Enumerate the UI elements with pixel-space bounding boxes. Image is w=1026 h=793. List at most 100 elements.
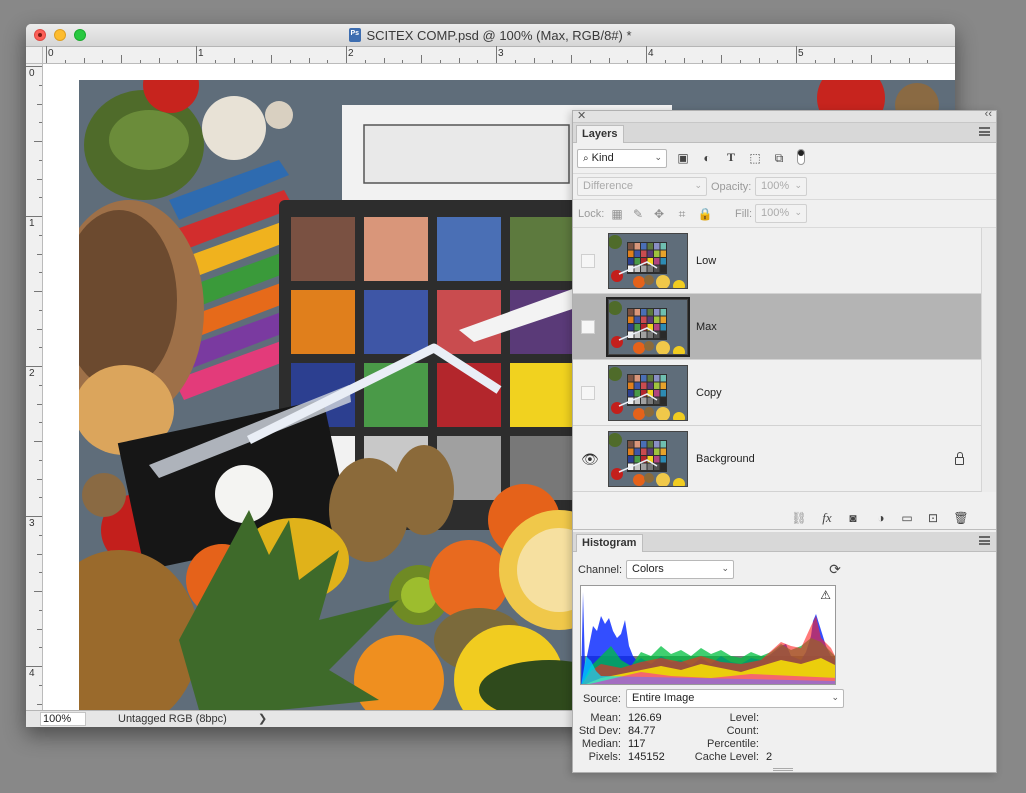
ruler-origin[interactable] — [26, 47, 43, 64]
filter-shape-icon[interactable]: ⬚ — [747, 151, 763, 165]
layer-name[interactable]: Copy — [696, 387, 722, 399]
ruler-tick — [39, 122, 42, 124]
ruler-tick — [777, 60, 779, 63]
layer-thumbnail[interactable] — [608, 233, 688, 289]
stat-count-label: Count: — [726, 725, 759, 737]
histogram-svg — [581, 592, 835, 684]
layer-visibility-toggle[interactable] — [581, 320, 595, 334]
layer-name[interactable]: Low — [696, 255, 716, 267]
window-titlebar[interactable]: SCITEX COMP.psd @ 100% (Max, RGB/8#) * — [26, 24, 955, 47]
layer-mask-icon[interactable]: ◙ — [845, 511, 861, 525]
tab-histogram[interactable]: Histogram — [576, 534, 644, 552]
ruler-tick — [327, 60, 329, 63]
source-label: Source: — [583, 693, 621, 705]
status-menu-arrow-icon[interactable]: ❯ — [258, 712, 267, 725]
layers-scrollbar[interactable] — [981, 228, 996, 492]
ruler-tick — [39, 309, 42, 311]
opacity-field[interactable]: 100% ⌄ — [755, 177, 807, 196]
panel-dock: ✕ ‹‹ Layers ⌕ Kind ⌄ ▣ ◐ T ⬚ ⧉ Differenc… — [572, 108, 997, 773]
lock-label: Lock: — [578, 208, 605, 220]
window-title-wrap: SCITEX COMP.psd @ 100% (Max, RGB/8#) * — [26, 28, 955, 43]
lock-image-icon[interactable]: ✎ — [630, 207, 646, 221]
ruler-tick — [26, 516, 42, 517]
source-select[interactable]: Entire Image ⌄ — [626, 689, 844, 708]
chevron-down-icon: ⌄ — [794, 180, 802, 190]
opacity-value: 100% — [761, 180, 790, 192]
layers-filter-row: ⌕ Kind ⌄ ▣ ◐ T ⬚ ⧉ — [573, 144, 996, 174]
stat-pixels-value: 145152 — [628, 751, 665, 763]
ruler-tick — [533, 58, 535, 63]
ruler-tick — [852, 60, 854, 63]
ruler-tick — [589, 60, 591, 63]
panel-resize-grip[interactable] — [773, 768, 793, 771]
new-layer-icon[interactable]: ⊡ — [925, 511, 941, 525]
ruler-tick — [308, 58, 310, 63]
filter-smart-object-icon[interactable]: ⧉ — [771, 151, 787, 166]
ruler-v-label: 3 — [29, 518, 35, 529]
layer-row-copy[interactable]: Copy — [573, 360, 982, 426]
document-info[interactable]: Untagged RGB (8bpc) — [118, 713, 227, 725]
filter-adjustment-icon[interactable]: ◐ — [699, 151, 715, 165]
delete-layer-icon[interactable]: 🗑 — [953, 511, 969, 525]
stat-cache-level-value: 2 — [766, 751, 773, 763]
layer-thumbnail[interactable] — [608, 431, 688, 487]
adjustment-layer-icon[interactable]: ◑ — [873, 511, 889, 525]
checker-swatch — [364, 217, 428, 281]
vertical-ruler[interactable]: 0 1 2 3 4 — [26, 64, 43, 724]
lock-artboard-icon[interactable]: ⌗ — [674, 207, 690, 222]
blend-mode-value: Difference — [583, 180, 633, 192]
stat-level-label: Level: — [729, 712, 759, 724]
zoom-field[interactable]: 100% — [40, 712, 86, 726]
filter-toggle-icon[interactable] — [797, 149, 805, 165]
dock-collapse-icon[interactable]: ‹‹ — [985, 108, 992, 120]
filter-type-icon[interactable]: T — [723, 150, 739, 165]
lock-transparent-icon[interactable]: ▦ — [609, 207, 625, 221]
ruler-tick — [39, 609, 42, 611]
lock-all-icon[interactable]: 🔒 — [697, 207, 713, 221]
dock-close-icon[interactable]: ✕ — [577, 109, 586, 122]
stat-cache-level-label: Cache Level: — [694, 751, 759, 763]
filter-pixel-icon[interactable]: ▣ — [675, 151, 691, 165]
histogram-panel-menu-icon[interactable] — [979, 536, 990, 545]
link-layers-icon[interactable]: ⛓ — [791, 511, 807, 525]
ruler-tick — [177, 60, 179, 63]
layer-name[interactable]: Background — [696, 453, 755, 465]
layer-visibility-toggle[interactable] — [581, 254, 595, 268]
layer-thumbnail[interactable] — [606, 297, 690, 357]
ruler-tick — [683, 58, 685, 63]
layer-lock-icon[interactable] — [955, 452, 964, 465]
filter-kind-select[interactable]: ⌕ Kind ⌄ — [577, 149, 667, 168]
layer-thumbnail[interactable] — [608, 365, 688, 421]
ruler-tick — [39, 647, 42, 649]
refresh-icon[interactable]: ⟳ — [827, 561, 843, 578]
ruler-tick — [664, 60, 666, 63]
eye-icon[interactable]: 👁 — [581, 452, 599, 466]
warning-icon[interactable]: ⚠ — [820, 588, 831, 602]
fx-icon[interactable]: fx — [819, 510, 835, 526]
layers-panel-menu-icon[interactable] — [979, 127, 990, 136]
channel-select[interactable]: Colors ⌄ — [626, 560, 734, 579]
horizontal-ruler[interactable]: 0 1 2 3 4 5 — [43, 46, 955, 64]
ruler-tick — [402, 60, 404, 63]
dock-header[interactable]: ✕ ‹‹ — [573, 108, 996, 123]
layer-visibility-toggle[interactable] — [581, 386, 595, 400]
stat-stddev-label: Std Dev: — [578, 725, 621, 737]
layer-name[interactable]: Max — [696, 321, 717, 333]
lock-position-icon[interactable]: ✥ — [651, 207, 667, 221]
ruler-tick — [34, 591, 42, 592]
blend-mode-select[interactable]: Difference ⌄ — [577, 177, 707, 196]
ruler-tick — [458, 58, 460, 63]
ruler-tick — [39, 84, 42, 86]
ruler-tick — [46, 46, 47, 63]
ruler-tick — [758, 58, 760, 63]
layer-row-low[interactable]: Low — [573, 228, 982, 294]
new-group-icon[interactable]: ▭ — [899, 511, 915, 525]
tab-layers[interactable]: Layers — [576, 125, 625, 143]
ruler-tick — [233, 58, 235, 63]
layer-row-background[interactable]: 👁 Background — [573, 426, 982, 492]
fill-label: Fill: — [735, 208, 753, 220]
ruler-tick — [64, 60, 66, 63]
layer-row-max[interactable]: Max — [573, 294, 982, 360]
fill-field[interactable]: 100% ⌄ — [755, 204, 807, 223]
ruler-tick — [271, 55, 272, 63]
